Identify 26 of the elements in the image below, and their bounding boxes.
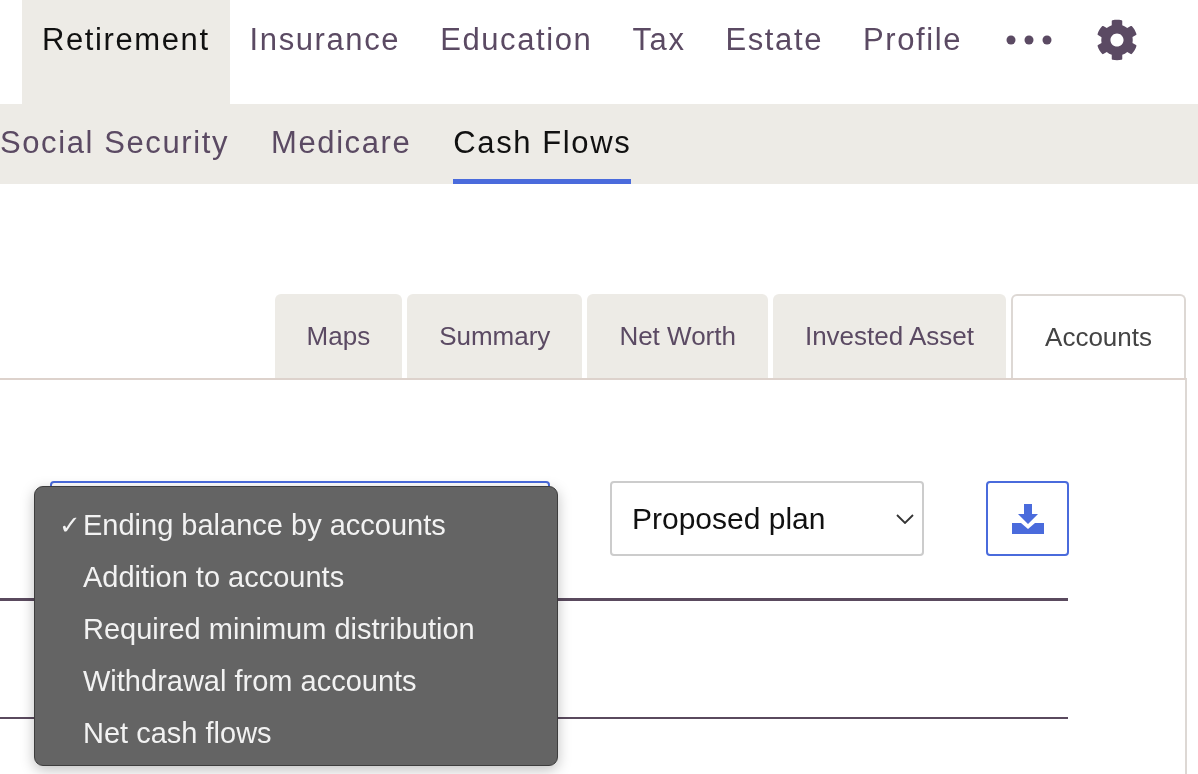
tab[interactable]: Accounts xyxy=(1011,294,1186,378)
download-button[interactable] xyxy=(986,481,1069,556)
tab[interactable]: Invested Asset xyxy=(772,294,1007,378)
chevron-down-icon xyxy=(896,513,914,524)
tab[interactable]: Net Worth xyxy=(587,294,768,378)
sub-nav-tab[interactable]: Cash Flows xyxy=(453,104,632,184)
nav-tab[interactable]: Education xyxy=(420,0,613,104)
sub-nav-tab[interactable]: Social Security xyxy=(0,104,230,184)
menu-item[interactable]: Required minimum distribution xyxy=(35,603,557,655)
menu-item[interactable]: Withdrawal from accounts xyxy=(35,655,557,707)
download-icon xyxy=(1011,503,1044,534)
tab[interactable]: Maps xyxy=(274,294,403,378)
menu-item[interactable]: ✓Ending balance by accounts xyxy=(35,499,557,551)
nav-tab[interactable]: Retirement xyxy=(22,0,230,104)
nav-tab[interactable]: Estate xyxy=(705,0,843,104)
nav-tab[interactable]: Profile xyxy=(842,0,983,104)
more-icon[interactable] xyxy=(1006,35,1053,45)
settings-icon[interactable] xyxy=(1096,19,1139,61)
tab[interactable]: Summary xyxy=(407,294,583,378)
nav-tab[interactable]: Tax xyxy=(612,0,706,104)
plan-select[interactable]: Proposed plan xyxy=(610,481,924,556)
check-mark: ✓ xyxy=(59,509,81,541)
menu-item[interactable]: Net cash flows xyxy=(35,707,557,759)
nav-tab[interactable]: Insurance xyxy=(229,0,421,104)
menu-item[interactable]: Addition to accounts xyxy=(35,551,557,603)
sub-nav-tab[interactable]: Medicare xyxy=(271,104,412,184)
